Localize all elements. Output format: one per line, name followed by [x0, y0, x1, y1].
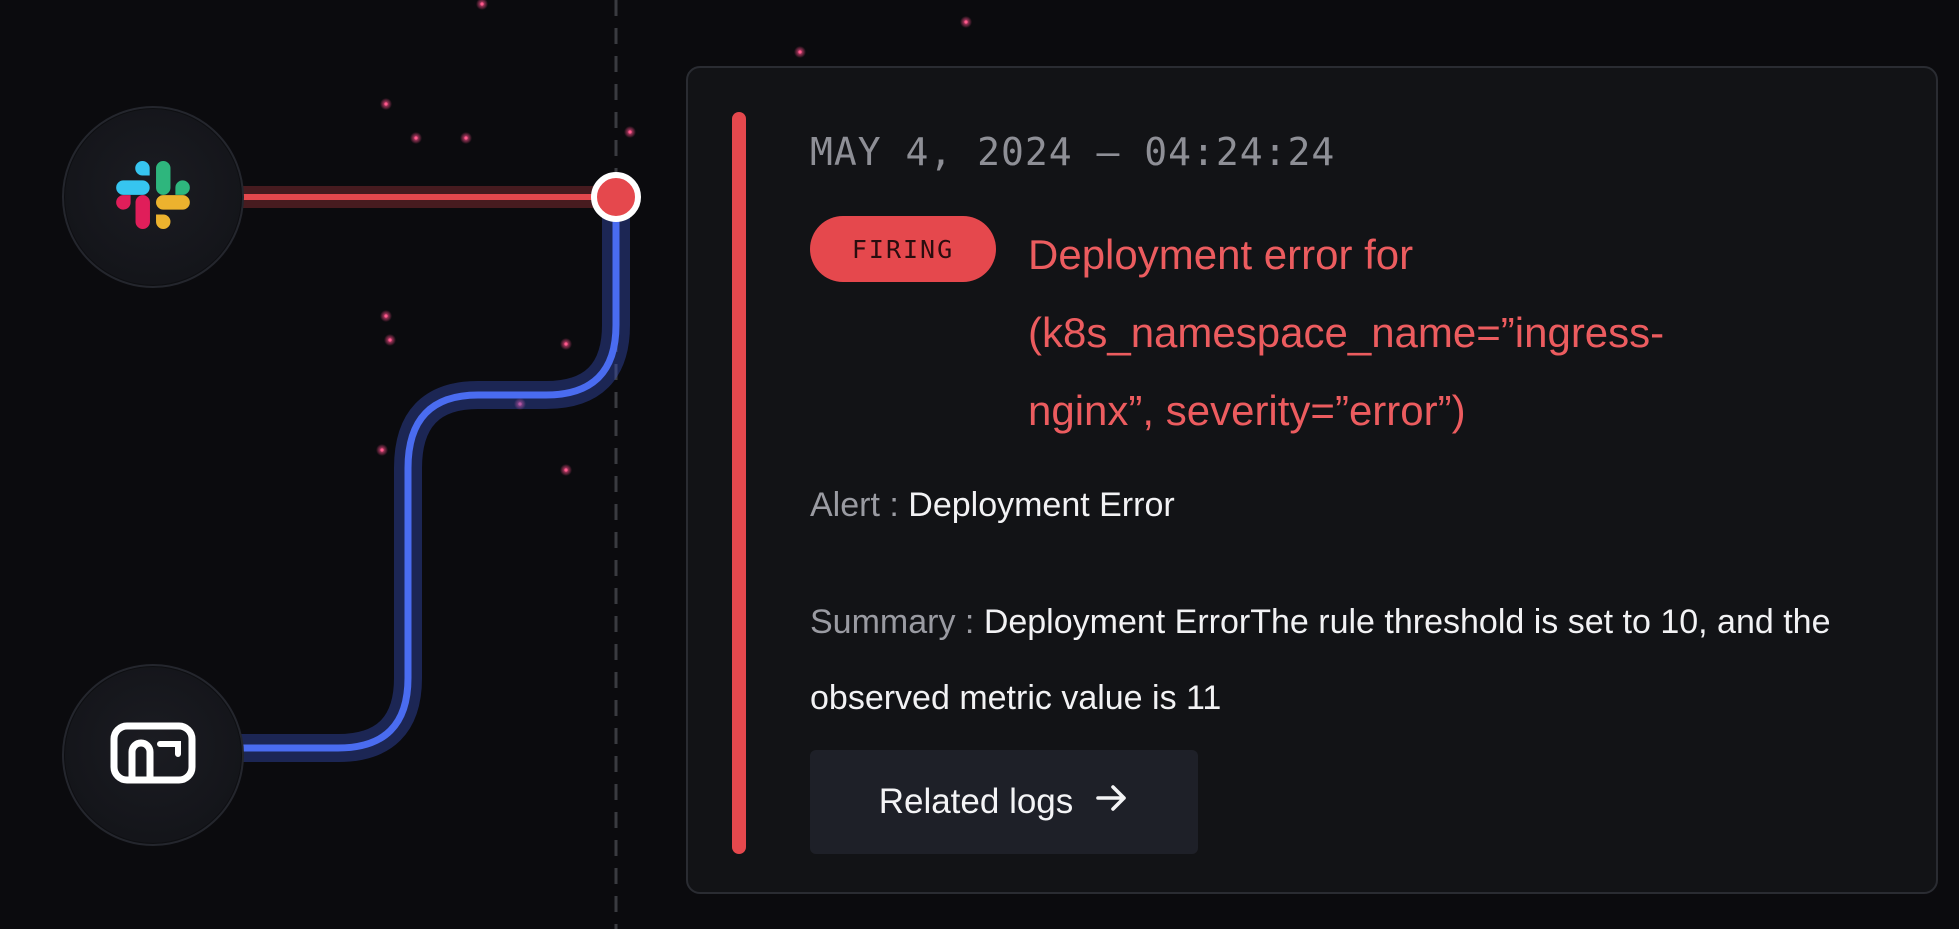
sparkle: [564, 342, 568, 346]
sparkle: [564, 468, 568, 472]
summary-label: Summary :: [810, 603, 975, 641]
inbox-connector-line: [238, 197, 620, 752]
slack-node[interactable]: [62, 106, 244, 288]
alert-name-row: Alert : Deployment Error: [810, 486, 1175, 525]
inbox-node[interactable]: [62, 664, 244, 846]
alert-title: Deployment error for (k8s_namespace_name…: [1028, 231, 1665, 434]
alert-card: MAY 4, 2024 — 04:24:24 FIRING Deployment…: [686, 66, 1938, 894]
sparkle: [380, 448, 384, 452]
inbox-connector-glow: [238, 197, 630, 762]
related-logs-label: Related logs: [878, 782, 1074, 821]
junction-dot[interactable]: [591, 172, 641, 222]
alert-name-label: Alert :: [810, 486, 899, 524]
sparkle: [384, 102, 388, 106]
sparkle: [628, 130, 632, 134]
sparkle: [388, 338, 392, 342]
sparkle: [464, 136, 468, 140]
firing-status-badge: FIRING: [810, 216, 996, 282]
sparkle: [964, 20, 968, 24]
alert-flow-panel: MAY 4, 2024 — 04:24:24 FIRING Deployment…: [0, 0, 1959, 929]
sparkle: [414, 136, 418, 140]
arrow-right-icon: [1095, 782, 1129, 822]
alert-timestamp: MAY 4, 2024 — 04:24:24: [810, 130, 1336, 174]
alert-summary-row: Summary : Deployment ErrorThe rule thres…: [810, 584, 1890, 736]
alert-name-value: Deployment Error: [908, 486, 1175, 524]
inbox-icon: [110, 722, 196, 789]
sparkle: [798, 50, 802, 54]
related-logs-button[interactable]: Related logs: [810, 750, 1198, 854]
sparkle: [480, 2, 484, 6]
sparkle: [384, 314, 388, 318]
severity-accent-bar: [732, 112, 746, 854]
slack-logo-icon: [114, 156, 192, 239]
